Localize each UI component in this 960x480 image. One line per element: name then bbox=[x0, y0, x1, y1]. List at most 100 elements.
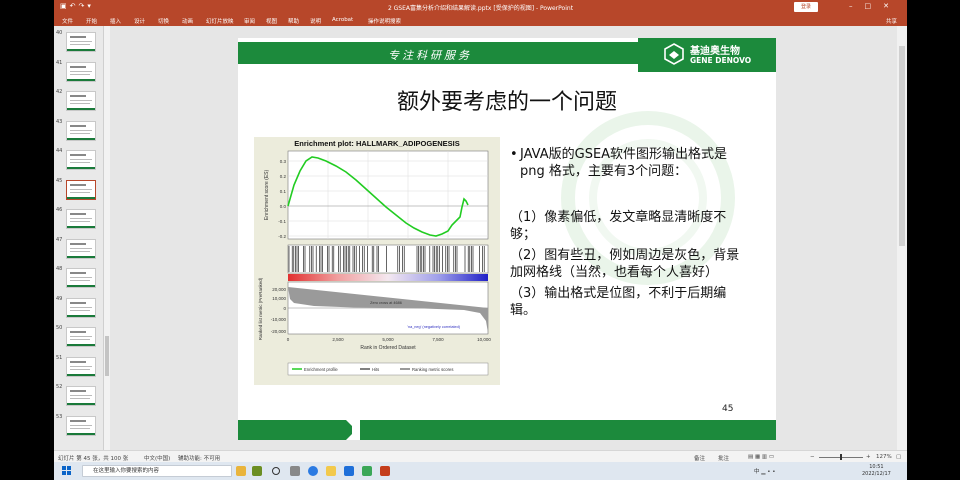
slide-thumbnail[interactable]: 40 bbox=[54, 30, 104, 54]
zoom-out-icon[interactable]: − bbox=[810, 454, 815, 460]
thumbnail-scroll-knob[interactable] bbox=[105, 336, 109, 376]
slide-page-number: 45 bbox=[722, 404, 734, 414]
clock-time: 10:51 bbox=[869, 464, 884, 470]
thumbnail-preview bbox=[66, 327, 96, 347]
tab-notes[interactable]: 说明 bbox=[310, 17, 321, 25]
ribbon-tabs: 文件 开始 插入 设计 切换 动画 幻灯片放映 审阅 视图 帮助 说明 Acro… bbox=[54, 14, 907, 26]
canvas-scroll-knob[interactable] bbox=[899, 46, 905, 246]
slide-thumbnail[interactable]: 50 bbox=[54, 325, 104, 349]
rank-color-ramp bbox=[288, 274, 488, 281]
slide-count-status: 幻灯片 第 45 张，共 100 张 bbox=[58, 456, 129, 462]
company-logo-icon bbox=[664, 43, 684, 65]
tab-file[interactable]: 文件 bbox=[62, 17, 73, 25]
taskbar-search-input[interactable]: 在这里输入你要搜索的内容 bbox=[82, 465, 232, 477]
logo-english-name: GENE DENOVO bbox=[690, 56, 752, 65]
gsea-plot-svg: Enrichment plot: HALLMARK_ADIPOGENESIS 0… bbox=[254, 137, 500, 385]
rank-axis-label: Ranked list metric (PreRanked) bbox=[258, 277, 263, 340]
thumbnail-number: 52 bbox=[56, 384, 63, 390]
rank-tick: -20,000 bbox=[271, 329, 287, 334]
share-button[interactable]: 共享 bbox=[886, 17, 897, 25]
es-axis-label: Enrichment score (ES) bbox=[264, 170, 270, 221]
language-status[interactable]: 中文(中国) bbox=[144, 454, 170, 462]
tab-help[interactable]: 帮助 bbox=[288, 17, 299, 25]
clock-date: 2022/12/17 bbox=[862, 471, 891, 477]
tab-animations[interactable]: 动画 bbox=[182, 17, 193, 25]
slide-thumbnail[interactable]: 48 bbox=[54, 266, 104, 290]
file-explorer-icon[interactable] bbox=[326, 466, 336, 476]
tell-me-search[interactable]: 操作说明搜索 bbox=[368, 17, 401, 25]
comments-button[interactable]: 批注 bbox=[718, 454, 729, 462]
view-buttons-icon[interactable]: ▤ ▦ ▥ ▭ bbox=[748, 454, 774, 460]
tab-review[interactable]: 审阅 bbox=[244, 17, 255, 25]
x-tick: 10,000 bbox=[477, 337, 491, 342]
slide-thumbnail[interactable]: 43 bbox=[54, 119, 104, 143]
es-tick: 0.2 bbox=[280, 174, 287, 179]
tab-acrobat[interactable]: Acrobat bbox=[332, 17, 353, 23]
mail-icon[interactable] bbox=[344, 466, 354, 476]
slide-thumbnail[interactable]: 49 bbox=[54, 296, 104, 320]
accessibility-status[interactable]: 辅助功能: 不可用 bbox=[178, 454, 220, 462]
thumbnail-number: 41 bbox=[56, 59, 63, 66]
es-tick: -0.1 bbox=[278, 219, 286, 224]
thumbnail-preview bbox=[66, 150, 96, 170]
windows-start-icon[interactable] bbox=[62, 466, 72, 476]
legend-hits: Hits bbox=[372, 367, 379, 372]
slide[interactable]: 专注科研服务 基迪奥生物 GENE DENOVO 额外要考虑的一个问题 Enri… bbox=[238, 38, 776, 440]
x-tick: 5,000 bbox=[382, 337, 394, 342]
weather-image-icon[interactable] bbox=[252, 466, 262, 476]
slide-title: 额外要考虑的一个问题 bbox=[396, 90, 617, 115]
es-tick: 0.3 bbox=[280, 159, 287, 164]
zoom-slider-knob[interactable] bbox=[840, 454, 842, 460]
footer-right-bar bbox=[360, 420, 776, 440]
point-3: （3）输出格式是位图，不利于后期编辑。 bbox=[510, 286, 727, 318]
window-controls[interactable]: –□✕ bbox=[849, 2, 901, 10]
edge-browser-icon[interactable] bbox=[308, 466, 318, 476]
tab-view[interactable]: 视图 bbox=[266, 17, 277, 25]
thumbnail-preview bbox=[66, 415, 96, 436]
banner-text: 专注科研服务 bbox=[388, 49, 472, 62]
notes-button[interactable]: 备注 bbox=[694, 454, 705, 462]
thumbnail-number: 44 bbox=[56, 148, 63, 154]
tab-transitions[interactable]: 切换 bbox=[158, 17, 169, 25]
canvas-scrollbar[interactable] bbox=[897, 26, 907, 450]
thumbnail-number: 45 bbox=[56, 177, 63, 184]
powerpoint-window: ▣↶↷▾ 2 GSEA富集分析介绍和结果解读.pptx [受保护的视图] - P… bbox=[54, 0, 907, 480]
app-icon-green[interactable] bbox=[362, 466, 372, 476]
weather-widget-icon[interactable] bbox=[236, 466, 246, 476]
slide-thumbnail[interactable]: 42 bbox=[54, 89, 104, 113]
thumbnail-preview bbox=[66, 209, 96, 229]
slide-thumbnail[interactable]: 51 bbox=[54, 355, 104, 379]
sign-in-button[interactable]: 登录 bbox=[794, 2, 818, 12]
bullet-text-box[interactable]: • JAVA版的GSEA软件图形输出格式是png 格式，主要有3个问题： （1）… bbox=[510, 146, 750, 319]
slide-thumbnail[interactable]: 44 bbox=[54, 148, 104, 172]
slide-thumbnail[interactable]: 47 bbox=[54, 237, 104, 261]
zoom-in-icon[interactable]: + bbox=[866, 454, 871, 460]
tab-slideshow[interactable]: 幻灯片放映 bbox=[206, 17, 234, 25]
tab-insert[interactable]: 插入 bbox=[110, 17, 121, 25]
slide-thumbnail[interactable]: 53 bbox=[54, 414, 104, 438]
taskbar-clock[interactable]: 10:51 2022/12/17 bbox=[862, 464, 891, 478]
widgets-icon[interactable] bbox=[290, 466, 300, 476]
slide-thumbnail[interactable]: 45 bbox=[54, 178, 104, 202]
thumbnail-preview bbox=[66, 179, 96, 200]
legend-profile: Enrichment profile bbox=[304, 367, 338, 372]
task-view-icon[interactable] bbox=[272, 467, 280, 475]
slide-thumbnail[interactable]: 46 bbox=[54, 207, 104, 231]
tab-design[interactable]: 设计 bbox=[134, 17, 145, 25]
slide-thumbnail[interactable]: 52 bbox=[54, 384, 104, 408]
thumbnail-number: 50 bbox=[56, 325, 63, 331]
zero-cross-label: Zero cross at 4686 bbox=[370, 301, 402, 305]
zoom-level[interactable]: 127% bbox=[876, 454, 892, 460]
fit-slide-icon[interactable]: ▢ bbox=[896, 454, 901, 460]
thumbnail-preview bbox=[66, 356, 96, 377]
system-tray[interactable]: 中 ▁ • • bbox=[754, 467, 775, 475]
gsea-title: Enrichment plot: HALLMARK_ADIPOGENESIS bbox=[294, 139, 459, 148]
slide-thumbnail[interactable]: 41 bbox=[54, 60, 104, 84]
powerpoint-taskbar-icon[interactable] bbox=[380, 466, 390, 476]
window-title: 2 GSEA富集分析介绍和结果解读.pptx [受保护的视图] - PowerP… bbox=[387, 5, 574, 12]
tab-home[interactable]: 开始 bbox=[86, 17, 97, 25]
logo-chinese-name: 基迪奥生物 bbox=[690, 46, 740, 57]
thumbnail-preview bbox=[66, 297, 96, 318]
thumbnail-preview bbox=[66, 386, 96, 406]
thumbnail-preview bbox=[66, 120, 96, 141]
